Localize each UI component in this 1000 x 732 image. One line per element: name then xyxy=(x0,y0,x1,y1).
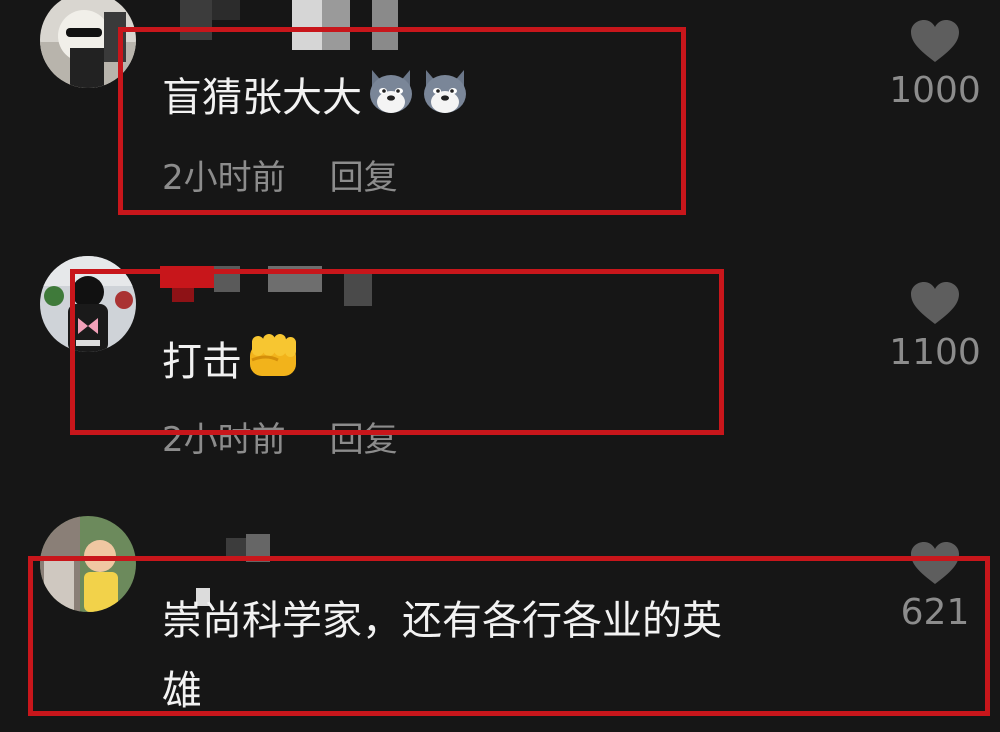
like-count: 1000 xyxy=(889,70,981,111)
like-count: 1100 xyxy=(889,332,981,373)
heart-icon xyxy=(911,20,959,62)
highlight-box xyxy=(28,556,990,716)
like-button[interactable]: 1000 xyxy=(880,18,990,111)
like-button[interactable]: 1100 xyxy=(880,280,990,373)
highlight-box xyxy=(70,269,724,435)
highlight-box xyxy=(118,27,686,215)
heart-icon xyxy=(911,282,959,324)
